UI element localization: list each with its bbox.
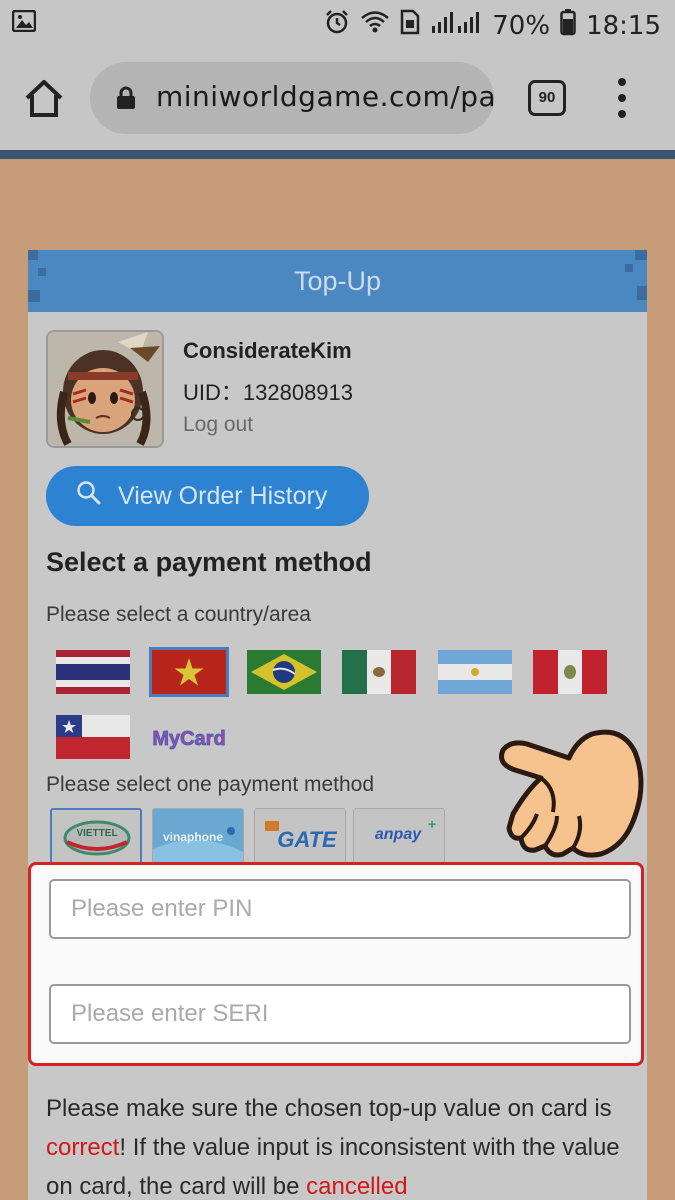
pixel-decoration bbox=[28, 290, 40, 302]
tab-switcher-button[interactable]: 90 bbox=[528, 80, 566, 116]
search-icon bbox=[76, 480, 102, 513]
home-icon[interactable] bbox=[22, 78, 66, 118]
card-input-section: Please enter PIN Please enter SERI bbox=[28, 862, 644, 1066]
notice-cancelled: cancelled bbox=[306, 1173, 408, 1200]
pointing-hand-icon bbox=[497, 728, 647, 860]
gallery-notification-icon bbox=[11, 9, 37, 37]
mycard[interactable]: MyCard bbox=[152, 715, 226, 759]
pixel-decoration bbox=[625, 264, 633, 272]
vinaphone-logo: vinaphone bbox=[153, 809, 243, 863]
viettel-logo: VIETTEL bbox=[52, 810, 140, 862]
topup-notice: Please make sure the chosen top-up value… bbox=[46, 1089, 636, 1200]
card-header: Top-Up bbox=[28, 250, 647, 312]
user-uid: UID：132808913 bbox=[183, 380, 354, 405]
wifi-icon bbox=[360, 9, 390, 42]
url-text: miniworldgame.com/paym bbox=[156, 80, 494, 113]
notice-correct: correct bbox=[46, 1134, 120, 1161]
view-order-history-label: View Order History bbox=[118, 481, 328, 510]
clock: 18:15 bbox=[586, 10, 661, 41]
thailand-flag[interactable] bbox=[56, 650, 130, 694]
seri-input[interactable]: Please enter SERI bbox=[49, 984, 631, 1044]
battery-icon bbox=[560, 8, 576, 43]
alarm-icon bbox=[324, 9, 350, 42]
mycard-logo: MyCard bbox=[152, 715, 226, 759]
logout-link[interactable]: Log out bbox=[183, 413, 253, 437]
vinaphone-method[interactable]: vinaphone bbox=[152, 808, 244, 864]
svg-text:MyCard: MyCard bbox=[152, 728, 225, 750]
chile-flag[interactable] bbox=[56, 715, 130, 759]
mexico-flag[interactable] bbox=[342, 650, 416, 694]
card-title: Top-Up bbox=[293, 266, 382, 296]
pixel-decoration bbox=[635, 250, 647, 260]
peru-flag[interactable] bbox=[533, 650, 607, 694]
more-menu-icon[interactable] bbox=[610, 76, 634, 120]
anpay-method[interactable]: anpay + bbox=[353, 808, 445, 864]
browser-toolbar: miniworldgame.com/paym 90 bbox=[0, 46, 675, 150]
sim-icon bbox=[400, 9, 420, 42]
gate-logo: GATE bbox=[255, 809, 345, 863]
svg-text:+: + bbox=[428, 816, 436, 832]
lock-icon bbox=[116, 86, 136, 110]
avatar bbox=[46, 330, 164, 448]
pixel-decoration bbox=[38, 268, 46, 276]
notice-text-1: Please make sure the chosen top-up value… bbox=[46, 1095, 612, 1122]
view-order-history-button[interactable]: View Order History bbox=[46, 466, 369, 526]
svg-text:vinaphone: vinaphone bbox=[163, 830, 223, 844]
method-prompt: Please select one payment method bbox=[46, 773, 375, 796]
svg-text:VIETTEL: VIETTEL bbox=[76, 828, 117, 839]
username: ConsiderateKim bbox=[183, 338, 352, 363]
vietnam-flag[interactable] bbox=[152, 650, 226, 694]
signal-icon bbox=[430, 10, 482, 41]
argentina-flag[interactable] bbox=[438, 650, 512, 694]
pin-input[interactable]: Please enter PIN bbox=[49, 879, 631, 939]
country-prompt: Please select a country/area bbox=[46, 603, 311, 626]
toolbar-divider bbox=[0, 150, 675, 159]
gate-method[interactable]: GATE bbox=[254, 808, 346, 864]
viettel-method[interactable]: VIETTEL bbox=[50, 808, 142, 864]
payment-method-heading: Select a payment method bbox=[46, 547, 372, 577]
address-bar[interactable]: miniworldgame.com/paym bbox=[90, 62, 494, 134]
status-bar: 70% 18:15 bbox=[0, 0, 675, 46]
svg-text:GATE: GATE bbox=[277, 827, 338, 852]
svg-text:anpay: anpay bbox=[375, 826, 422, 843]
anpay-logo: anpay + bbox=[354, 809, 444, 863]
pixel-decoration bbox=[637, 286, 647, 300]
pixel-decoration bbox=[28, 250, 38, 260]
battery-percent: 70% bbox=[492, 10, 551, 41]
brazil-flag[interactable] bbox=[247, 650, 321, 694]
